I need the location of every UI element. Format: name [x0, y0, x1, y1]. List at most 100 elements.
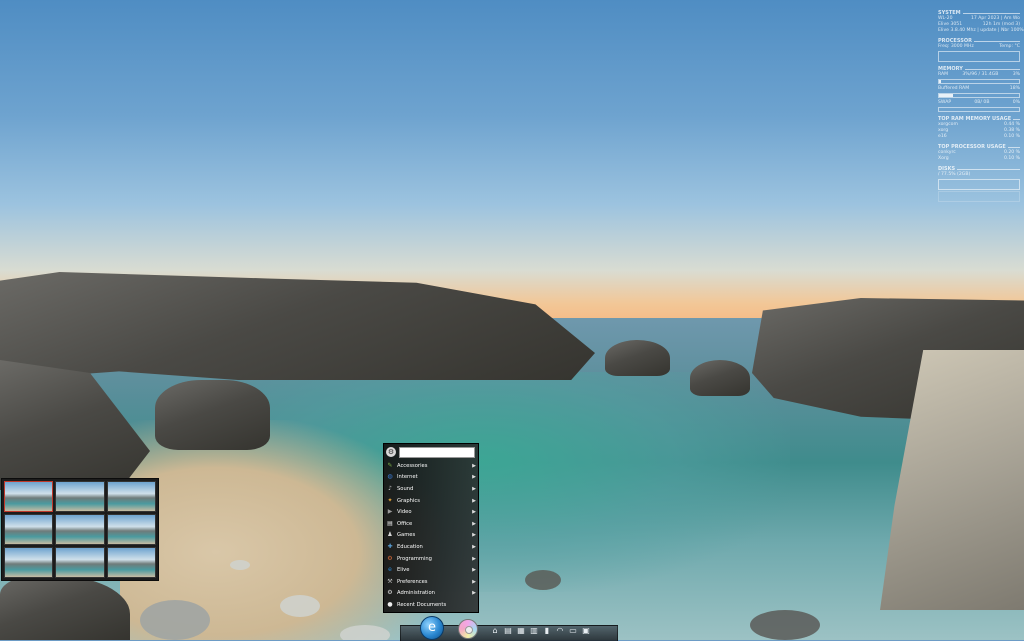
internet-globe-icon: ◍: [387, 473, 393, 481]
graphics-icon: ✦: [387, 496, 393, 504]
menu-item-sound[interactable]: ♪ Sound ▶: [384, 483, 478, 495]
home-folder-icon[interactable]: ⌂: [490, 626, 500, 636]
menu-logo-icon: ⚙: [386, 447, 396, 457]
workspace-thumbnail[interactable]: [106, 481, 156, 512]
menu-item-label: Programming: [397, 555, 432, 562]
submenu-arrow-icon: ▶: [472, 555, 476, 562]
system-monitor-widget: SYSTEM WL-20 17 Apr 2023 | Am Wo Elive 3…: [938, 6, 1024, 203]
network-wifi-icon[interactable]: ◠: [555, 626, 565, 636]
menu-item-recent-documents[interactable]: ● Recent Documents: [384, 599, 478, 611]
network-graph: [938, 191, 1020, 202]
wallpaper-islet: [605, 340, 670, 376]
ram-percent: 3%: [1012, 72, 1020, 77]
menu-item-office[interactable]: ▤ Office ▶: [384, 518, 478, 530]
cpu-temperature: Temp: °C: [999, 44, 1020, 49]
wallpaper-stone: [140, 600, 210, 640]
submenu-arrow-icon: ▶: [472, 474, 476, 481]
top-memory-row: e16 0.10 %: [938, 134, 1020, 140]
monitor-icon[interactable]: ▭: [568, 626, 578, 636]
submenu-arrow-icon: ▶: [472, 497, 476, 504]
workspace-thumbnail[interactable]: [55, 481, 105, 512]
programming-icon: ⚙: [387, 554, 393, 562]
cpu-frequency: Freq: 3000 MHz: [938, 44, 974, 49]
menu-search-input[interactable]: [399, 446, 475, 458]
text-editor-icon[interactable]: ▤: [503, 626, 513, 636]
application-menu: ⚙ ✎ Accessories ▶ ◍ Internet ▶ ♪ Sound ▶ ✦ Graphic…: [383, 443, 479, 613]
menu-item-graphics[interactable]: ✦ Graphics ▶: [384, 495, 478, 507]
workspace-pager[interactable]: [1, 478, 159, 581]
menu-item-education[interactable]: ✚ Education ▶: [384, 541, 478, 553]
wallpaper-stone: [230, 560, 250, 570]
workspace-thumbnail[interactable]: [55, 547, 105, 578]
menu-item-elive[interactable]: e Elive ▶: [384, 564, 478, 576]
terminal-icon[interactable]: ▮: [542, 626, 552, 636]
menu-item-label: Graphics: [397, 497, 420, 504]
document-icon[interactable]: ▥: [529, 626, 539, 636]
top-processor-list: conkyrc 0.20 % Xorg 0.10 %: [938, 150, 1020, 162]
ram-value: 3%/96 / 31.4GB: [962, 72, 999, 77]
ram-label: RAM: [938, 72, 949, 77]
menu-item-label: Internet: [397, 474, 418, 481]
ram-bar-fill: [939, 80, 942, 83]
menu-item-internet[interactable]: ◍ Internet ▶: [384, 472, 478, 484]
top-processor-process-name: Xorg: [938, 156, 949, 161]
bottom-dock: e ⌂ ▤ ▦ ▥ ▮ ◠ ▭ ▣: [380, 616, 618, 641]
conky-row-cpu-info: Elive 3.8.40 Mhz | update | Nbr 100%: [938, 28, 1024, 34]
elive-icon: e: [388, 566, 392, 574]
wallpaper-stone: [750, 610, 820, 640]
menu-item-preferences[interactable]: ⚒ Preferences ▶: [384, 576, 478, 588]
menu-item-label: Games: [397, 532, 416, 539]
workspace-thumbnail[interactable]: [4, 481, 54, 512]
conky-row-freq: Freq: 3000 MHz Temp: °C: [938, 44, 1020, 50]
menu-item-label: Office: [397, 520, 413, 527]
workspace-thumbnail[interactable]: [106, 514, 156, 545]
submenu-arrow-icon: ▶: [472, 532, 476, 539]
dock-icon-row: ⌂ ▤ ▦ ▥ ▮ ◠ ▭ ▣: [490, 626, 591, 636]
top-memory-list: xorgcom 0.44 % xorg 0.38 % e16 0.10 %: [938, 122, 1020, 140]
recent-documents-icon: ●: [387, 600, 393, 608]
swap-bar: [938, 107, 1020, 112]
elive-launcher-icon[interactable]: e: [420, 616, 444, 640]
image-viewer-icon[interactable]: ▣: [581, 626, 591, 636]
top-memory-process-name: e16: [938, 134, 947, 139]
ram-bar: [938, 79, 1020, 84]
workspace-thumbnail[interactable]: [55, 514, 105, 545]
workspace-thumbnail[interactable]: [4, 547, 54, 578]
cpu-graph: [938, 51, 1020, 62]
menu-item-label: Education: [397, 543, 423, 550]
submenu-arrow-icon: ▶: [472, 567, 476, 574]
top-processor-row: Xorg 0.10 %: [938, 156, 1020, 162]
file-manager-icon[interactable]: ▦: [516, 626, 526, 636]
menu-item-label: Accessories: [397, 462, 428, 469]
office-icon: ▤: [387, 519, 393, 527]
conky-row-swap: SWAP 0B/ 0B 0%: [938, 100, 1020, 106]
workspace-thumbnail[interactable]: [4, 514, 54, 545]
swap-label: SWAP: [938, 100, 952, 105]
education-icon: ✚: [387, 542, 393, 550]
video-icon: ▶: [387, 508, 393, 516]
menu-item-label: Video: [397, 509, 412, 516]
preferences-icon: ⚒: [387, 577, 393, 585]
cpu-info: Elive 3.8.40 Mhz | update | Nbr 100%: [938, 28, 1024, 33]
submenu-arrow-icon: ▶: [472, 590, 476, 597]
menu-item-label: Elive: [397, 567, 410, 574]
administration-icon: ⚙: [387, 589, 393, 597]
wallpaper-islet-small: [690, 360, 750, 396]
submenu-arrow-icon: ▶: [472, 520, 476, 527]
menu-item-label: Recent Documents: [397, 601, 447, 608]
sound-icon: ♪: [388, 484, 392, 492]
disk-root-usage: / 77.5% (2GB): [938, 172, 971, 177]
menu-item-games[interactable]: ♟ Games ▶: [384, 530, 478, 542]
games-icon: ♟: [387, 531, 393, 539]
conky-row-ram: RAM 3%/96 / 31.4GB 3%: [938, 72, 1020, 78]
workspace-thumbnail[interactable]: [106, 547, 156, 578]
menu-item-administration[interactable]: ⚙ Administration ▶: [384, 588, 478, 600]
swap-value: 0B/ 0B: [974, 100, 990, 105]
optical-disc-icon[interactable]: [458, 619, 478, 639]
wallpaper-left-boulder: [155, 380, 270, 450]
conky-row-disk: / 77.5% (2GB): [938, 172, 1020, 178]
menu-item-programming[interactable]: ⚙ Programming ▶: [384, 553, 478, 565]
menu-item-video[interactable]: ▶ Video ▶: [384, 506, 478, 518]
buffered-bar-fill: [939, 94, 954, 97]
menu-item-accessories[interactable]: ✎ Accessories ▶: [384, 460, 478, 472]
